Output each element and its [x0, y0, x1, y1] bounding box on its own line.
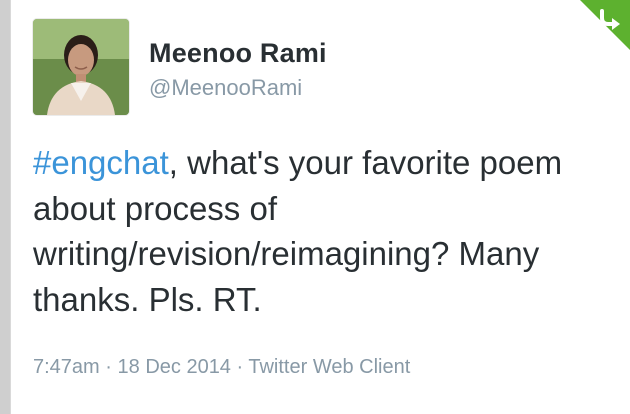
- tweet-screenshot: Meenoo Rami @MeenooRami #engchat, what's…: [0, 0, 630, 414]
- tweet-client[interactable]: Twitter Web Client: [248, 356, 410, 378]
- tweet-date[interactable]: 18 Dec 2014: [118, 356, 231, 378]
- tweet-text: #engchat, what's your favorite poem abou…: [33, 140, 619, 322]
- tweet-time[interactable]: 7:47am: [33, 356, 100, 378]
- hashtag-link[interactable]: #engchat: [33, 144, 169, 181]
- tweet-metadata: 7:47am · 18 Dec 2014 · Twitter Web Clien…: [33, 356, 410, 379]
- retweet-corner-icon[interactable]: [580, 0, 630, 50]
- author-name[interactable]: Meenoo Rami: [149, 38, 327, 69]
- avatar[interactable]: [33, 19, 129, 115]
- meta-separator: ·: [105, 356, 112, 378]
- tweet-card: Meenoo Rami @MeenooRami #engchat, what's…: [10, 0, 630, 414]
- author-handle[interactable]: @MeenooRami: [149, 75, 302, 101]
